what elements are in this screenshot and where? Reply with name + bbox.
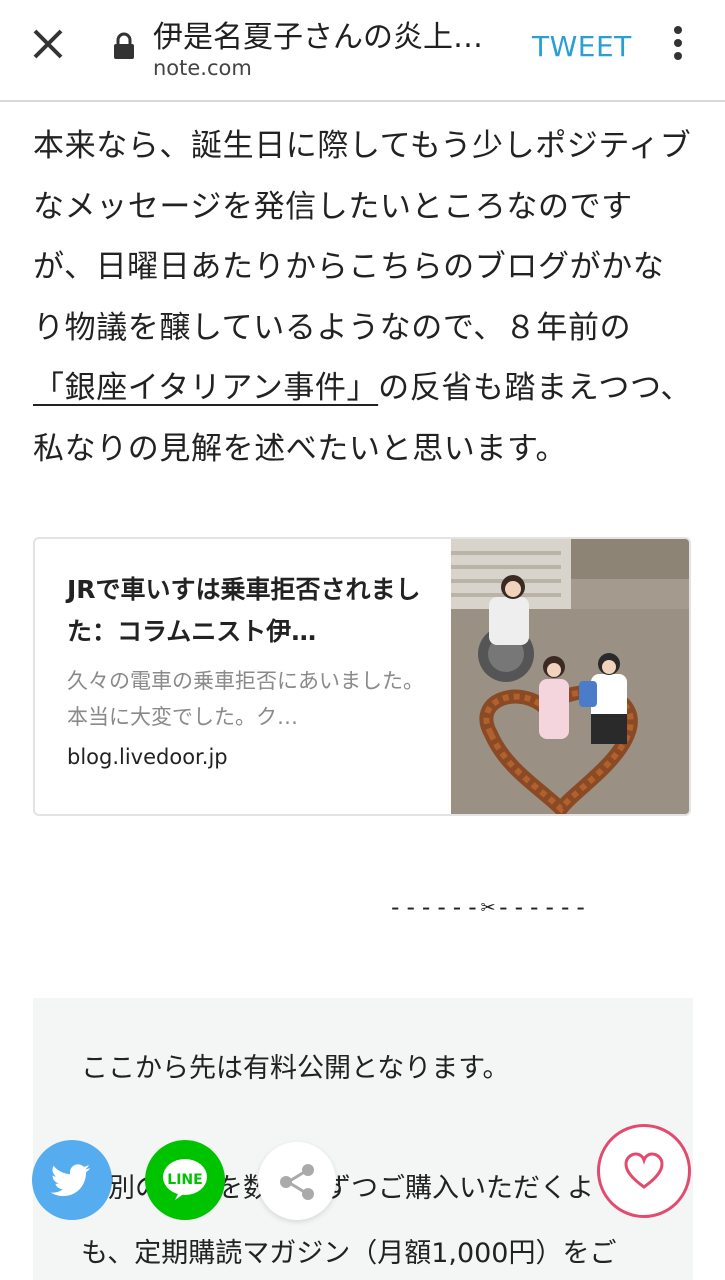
paid-text-line: も、定期購読マガジン（月額1,000円）をご <box>81 1238 617 1269</box>
page-title: 伊是名夏子さんの炎上… <box>153 20 483 55</box>
link-card-title: JRで車いすは乗車拒否されました：コラムニスト伊… <box>67 575 421 646</box>
section-separator: ------✂------ <box>388 893 589 921</box>
line-label: LINE <box>167 1172 203 1188</box>
article-paragraph: 本来なら、誕生日に際してもう少しポジティブなメッセージを発信したいところなのです… <box>33 128 692 467</box>
tweet-button[interactable]: TWEET <box>532 30 632 63</box>
twitter-share-button[interactable] <box>32 1140 112 1220</box>
like-button[interactable] <box>597 1124 691 1218</box>
ginza-italian-link[interactable]: 「銀座イタリアン事件」 <box>33 370 378 406</box>
share-icon <box>280 1164 314 1200</box>
page-domain: note.com <box>153 56 252 80</box>
share-button[interactable] <box>258 1142 336 1220</box>
line-share-button[interactable]: LINE <box>145 1140 225 1220</box>
link-card-description: 久々の電車の乗車拒否にあいました。本当に大変でした。ク… <box>67 669 424 729</box>
more-vert-icon[interactable] <box>666 26 690 66</box>
link-card-domain: blog.livedoor.jp <box>67 745 228 769</box>
paid-notice: ここから先は有料公開となります。 <box>81 1053 510 1084</box>
paid-content-box: ここから先は有料公開となります。 個別の記事を数百円ずつご購入いただくよ も、定… <box>33 998 693 1280</box>
lock-icon <box>114 32 134 59</box>
top-bar: 伊是名夏子さんの炎上… note.com TWEET <box>0 0 725 102</box>
link-card-thumbnail <box>451 539 689 814</box>
heart-icon <box>624 1152 664 1189</box>
close-icon[interactable] <box>26 22 70 66</box>
link-card[interactable]: JRで車いすは乗車拒否されました：コラムニスト伊… 久々の電車の乗車拒否にあいま… <box>33 537 691 816</box>
twitter-icon <box>50 1164 90 1197</box>
